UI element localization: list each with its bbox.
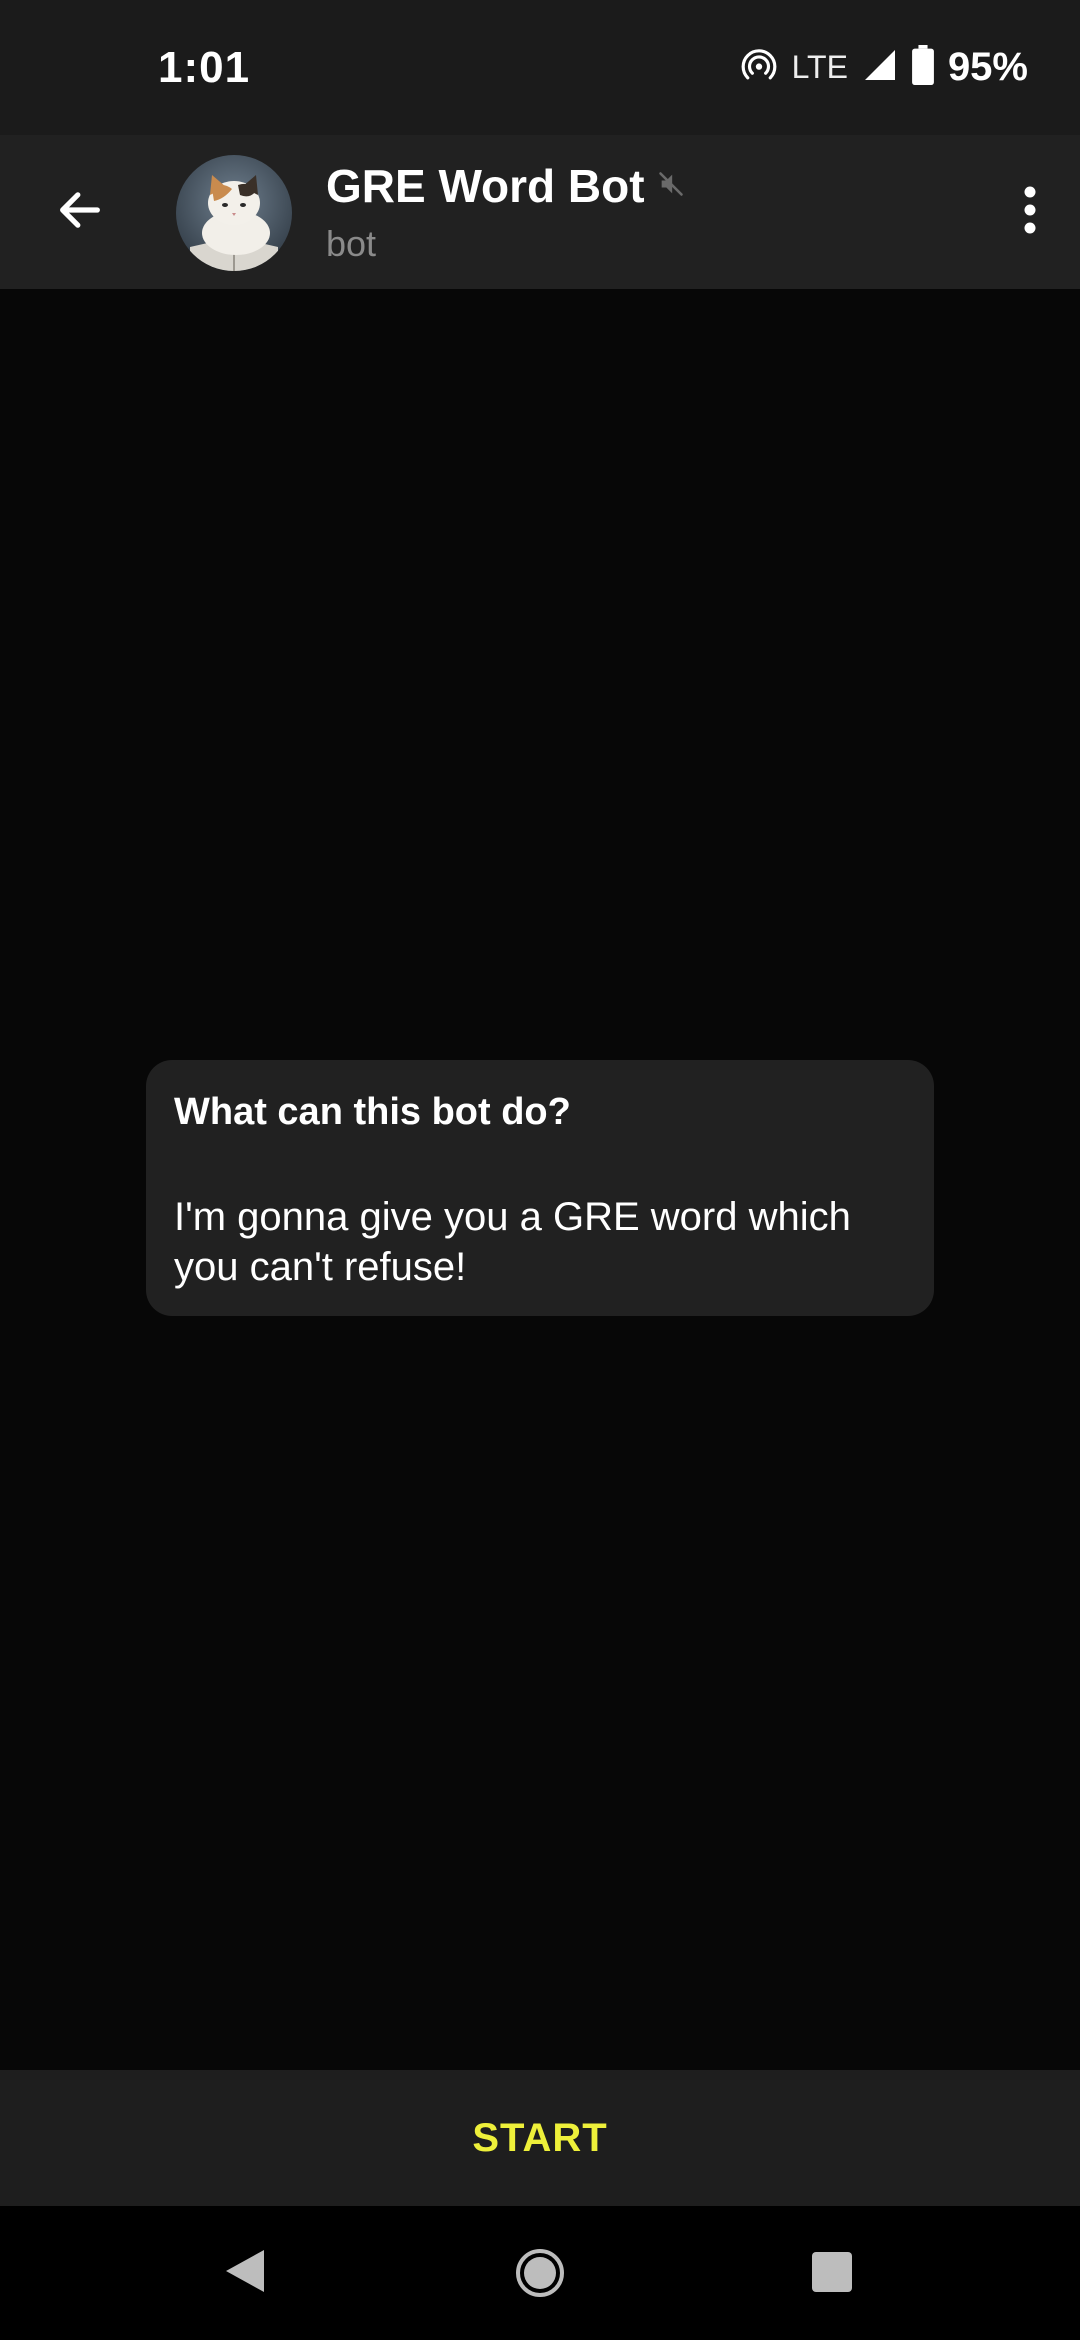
bot-info-card: What can this bot do? I'm gonna give you… (146, 1060, 934, 1316)
nav-recents-icon[interactable] (811, 2251, 853, 2293)
nav-back-icon[interactable] (222, 2246, 268, 2296)
bot-info-description: I'm gonna give you a GRE word which you … (174, 1195, 851, 1289)
chat-subtitle: bot (326, 223, 377, 264)
system-nav-bar (0, 2206, 1080, 2340)
start-button-label: START (472, 2115, 608, 2160)
screen: 1:01 LTE 95% GRE Word Bot bot What can t… (0, 0, 1080, 2340)
chat-header: GRE Word Bot bot (0, 135, 1080, 289)
more-vert-icon (1022, 185, 1038, 240)
battery-icon (912, 45, 934, 90)
start-button[interactable]: START (0, 2070, 1080, 2206)
status-time: 1:01 (158, 42, 251, 92)
network-type: LTE (791, 49, 848, 85)
back-button[interactable] (40, 172, 120, 252)
battery-percent: 95% (947, 45, 1028, 89)
back-arrow-icon (54, 184, 106, 241)
status-icons: LTE 95% (740, 45, 1028, 90)
bot-info-title: What can this bot do? (174, 1091, 571, 1133)
nav-home-icon[interactable] (515, 2248, 565, 2298)
signal-icon (862, 47, 898, 88)
chat-title: GRE Word Bot (326, 160, 645, 212)
chat-title-row: GRE Word Bot (326, 159, 685, 213)
avatar[interactable] (176, 155, 292, 271)
chat-title-block[interactable]: GRE Word Bot bot (326, 159, 685, 265)
status-bar: 1:01 LTE 95% (0, 0, 1080, 135)
mute-icon (657, 170, 685, 203)
chat-area[interactable]: What can this bot do? I'm gonna give you… (0, 289, 1080, 2070)
hotspot-icon (740, 46, 778, 89)
more-options-button[interactable] (998, 172, 1062, 252)
